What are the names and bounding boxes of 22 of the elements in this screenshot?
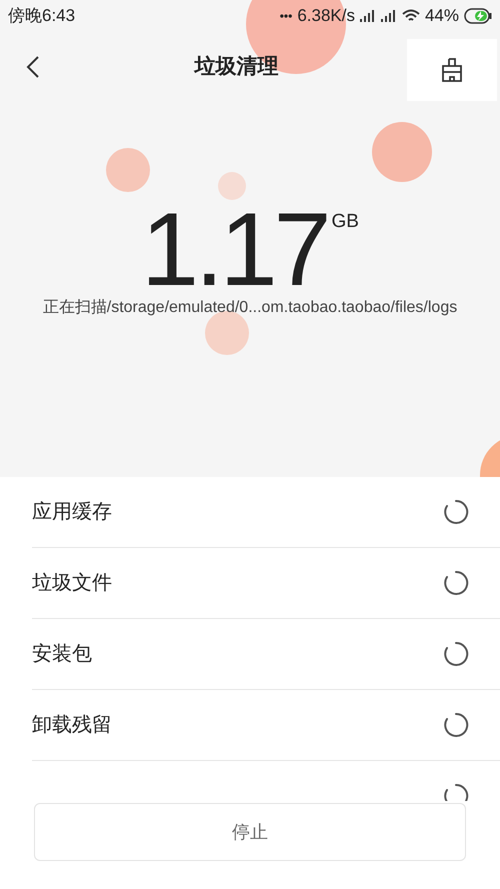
- category-label: 应用缓存: [32, 500, 112, 525]
- size-unit: GB: [331, 210, 359, 234]
- bubble: [106, 148, 150, 192]
- brush-icon: [441, 57, 463, 83]
- category-label: 垃圾文件: [32, 571, 112, 596]
- scan-path: 正在扫描/storage/emulated/0...om.taobao.taobao/files/logs: [42, 298, 458, 318]
- category-label: 安装包: [32, 642, 92, 667]
- stop-button[interactable]: 停止: [34, 803, 466, 861]
- back-icon: [26, 56, 40, 78]
- clean-button[interactable]: [407, 39, 497, 101]
- network-speed: 6.38K/s: [297, 5, 355, 28]
- scanned-size: 1.17: [141, 202, 328, 298]
- bubble: [372, 122, 432, 182]
- page-title: 垃圾清理: [194, 54, 278, 80]
- signal-icon: [360, 10, 376, 22]
- signal-icon: [380, 10, 397, 22]
- more-indicator: •••: [280, 8, 292, 25]
- status-time: 傍晚6:43: [8, 5, 76, 28]
- wifi-icon: [402, 9, 420, 23]
- battery-percent: 44%: [424, 5, 459, 28]
- category-label: 卸载残留: [32, 713, 112, 738]
- bubble: [218, 172, 246, 200]
